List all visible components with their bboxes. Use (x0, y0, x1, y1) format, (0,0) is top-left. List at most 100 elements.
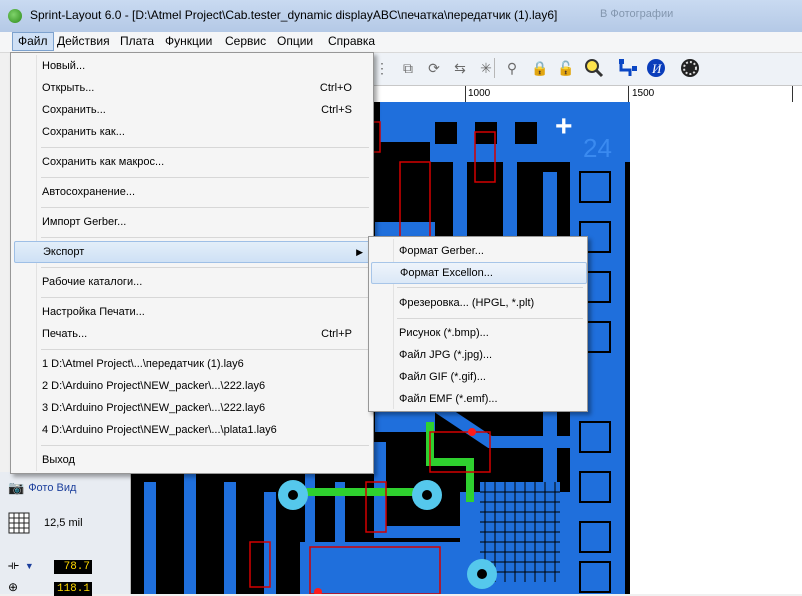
menu-bar: Файл Действия Плата Функции Сервис Опции… (0, 32, 802, 53)
menu-item-label: Импорт Gerber... (42, 216, 127, 228)
menu-item-label: Файл GIF (*.gif)... (399, 371, 486, 383)
horizontal-ruler: 1000 1500 (372, 86, 802, 103)
menu-item-recent-4[interactable]: 4 D:\Arduino Project\NEW_packer\...\plat… (14, 419, 370, 441)
menu-item-autosave[interactable]: Автосохранение... (14, 181, 370, 203)
menu-item-label: Формат Excellon... (400, 267, 493, 279)
menu-item-label: Файл EMF (*.emf)... (399, 393, 498, 405)
menu-item-label: 1 D:\Atmel Project\...\передатчик (1).la… (42, 358, 244, 370)
menu-item-label: Сохранить как... (42, 126, 125, 138)
menu-item-label: Файл JPG (*.jpg)... (399, 349, 493, 361)
dropdown-arrow-icon[interactable]: ▼ (25, 561, 34, 571)
zoom-icon[interactable] (584, 58, 604, 78)
tool-distribute-icon[interactable]: ⧉ (398, 58, 418, 78)
tool-pcb-view-icon[interactable] (680, 58, 700, 78)
menu-separator (397, 287, 583, 288)
track-width-value[interactable]: 78.7 (54, 560, 92, 574)
menu-item-label: Автосохранение... (42, 186, 136, 198)
grid-selector[interactable]: 12,5 mil (8, 512, 83, 534)
menu-item-recent-1[interactable]: 1 D:\Atmel Project\...\передатчик (1).la… (14, 353, 370, 375)
menu-item-new[interactable]: Новый... (14, 55, 370, 77)
menu-item-import-gerber[interactable]: Импорт Gerber... (14, 211, 370, 233)
menu-item-print[interactable]: Печать... Ctrl+P (14, 323, 370, 345)
toolbar: ⋮ ⧉ ⟳ ⇆ ✳ ⚲ 🔒 🔓 И (372, 53, 802, 86)
workspace-white-area (630, 102, 802, 594)
menu-item-shortcut: Ctrl+S (321, 104, 352, 116)
menu-item-label: Сохранить как макрос... (42, 156, 165, 168)
title-bar: Sprint-Layout 6.0 - [D:\Atmel Project\Ca… (0, 0, 802, 32)
photo-view-button[interactable]: 📷 Фото Вид (8, 480, 76, 496)
export-gerber[interactable]: Формат Gerber... (371, 240, 585, 262)
menu-item-label: Экспорт (43, 246, 85, 258)
export-milling[interactable]: Фрезеровка... (HPGL, *.plt) (371, 292, 585, 314)
grid-size-label: 12,5 mil (44, 517, 83, 529)
menu-separator (41, 445, 369, 446)
tool-mirror-icon[interactable]: ⇆ (450, 58, 470, 78)
menu-item-recent-2[interactable]: 2 D:\Arduino Project\NEW_packer\...\222.… (14, 375, 370, 397)
menu-item-shortcut: Ctrl+P (321, 328, 352, 340)
menu-help[interactable]: Справка (323, 32, 380, 51)
lock-icon[interactable]: 🔒 (530, 58, 550, 78)
menu-board[interactable]: Плата (115, 32, 159, 51)
svg-text:И: И (651, 61, 662, 76)
menu-item-label: Сохранить... (42, 104, 106, 116)
grid-icon (8, 512, 30, 534)
ruler-mark (792, 86, 793, 102)
menu-separator (41, 147, 369, 148)
tool-autoroute-icon[interactable] (618, 58, 638, 78)
menu-item-save-as[interactable]: Сохранить как... (14, 121, 370, 143)
menu-item-label: Открыть... (42, 82, 95, 94)
menu-item-export[interactable]: Экспорт ▶ (14, 241, 372, 263)
export-submenu: Формат Gerber... Формат Excellon... Фрез… (368, 236, 588, 412)
toolbar-separator (494, 58, 495, 78)
export-jpg[interactable]: Файл JPG (*.jpg)... (371, 344, 585, 366)
menu-functions[interactable]: Функции (160, 32, 217, 51)
tool-star-icon[interactable]: ✳ (476, 58, 496, 78)
pad-size-icon: ⊕ (8, 580, 19, 594)
menu-item-save[interactable]: Сохранить... Ctrl+S (14, 99, 370, 121)
ruler-mark (628, 86, 629, 102)
submenu-arrow-icon: ▶ (356, 247, 363, 257)
menu-item-label: Фрезеровка... (HPGL, *.plt) (399, 297, 535, 309)
menu-item-label: Рисунок (*.bmp)... (399, 327, 489, 339)
window-title: Sprint-Layout 6.0 - [D:\Atmel Project\Ca… (30, 8, 558, 22)
ghost-title-text: В Фотографии (600, 8, 674, 20)
menu-item-label: 2 D:\Arduino Project\NEW_packer\...\222.… (42, 380, 266, 392)
board-label: 24 (583, 133, 612, 163)
menu-item-save-macro[interactable]: Сохранить как макрос... (14, 151, 370, 173)
tool-align-icon[interactable]: ⋮ (372, 58, 392, 78)
board-plus-sign: + (555, 110, 573, 143)
export-bmp[interactable]: Рисунок (*.bmp)... (371, 322, 585, 344)
menu-item-shortcut: Ctrl+O (319, 82, 352, 94)
menu-item-label: Новый... (42, 60, 86, 72)
menu-options[interactable]: Опции (272, 32, 318, 51)
menu-separator (41, 267, 369, 268)
menu-item-label: Печать... (42, 328, 88, 340)
app-icon (8, 9, 22, 23)
export-emf[interactable]: Файл EMF (*.emf)... (371, 388, 585, 410)
unlock-icon[interactable]: 🔓 (556, 58, 576, 78)
tool-group-icon[interactable]: ⚲ (502, 58, 522, 78)
menu-separator (41, 237, 369, 238)
menu-item-open[interactable]: Открыть... Ctrl+O (14, 77, 370, 99)
menu-item-label: 4 D:\Arduino Project\NEW_packer\...\plat… (42, 424, 277, 436)
menu-file[interactable]: Файл (12, 32, 54, 51)
menu-actions[interactable]: Действия (52, 32, 115, 51)
menu-item-print-setup[interactable]: Настройка Печати... (14, 301, 370, 323)
menu-item-recent-3[interactable]: 3 D:\Arduino Project\NEW_packer\...\222.… (14, 397, 370, 419)
menu-item-label: Формат Gerber... (399, 245, 484, 257)
export-excellon[interactable]: Формат Excellon... (371, 262, 587, 284)
track-width-row: ⟛ ▼ (8, 558, 34, 573)
menu-item-label: 3 D:\Arduino Project\NEW_packer\...\222.… (42, 402, 266, 414)
pad-size-row: ⊕ (8, 580, 18, 594)
ruler-tick-1000: 1000 (468, 88, 491, 99)
menu-item-exit[interactable]: Выход (14, 449, 370, 471)
tool-info-icon[interactable]: И (646, 58, 666, 78)
ruler-mark (465, 86, 466, 102)
menu-item-work-dirs[interactable]: Рабочие каталоги... (14, 271, 370, 293)
photo-view-label: Фото Вид (28, 482, 77, 494)
tool-rotate-icon[interactable]: ⟳ (424, 58, 444, 78)
export-gif[interactable]: Файл GIF (*.gif)... (371, 366, 585, 388)
menu-separator (41, 297, 369, 298)
ruler-tick-1500: 1500 (632, 88, 655, 99)
menu-service[interactable]: Сервис (220, 32, 271, 51)
